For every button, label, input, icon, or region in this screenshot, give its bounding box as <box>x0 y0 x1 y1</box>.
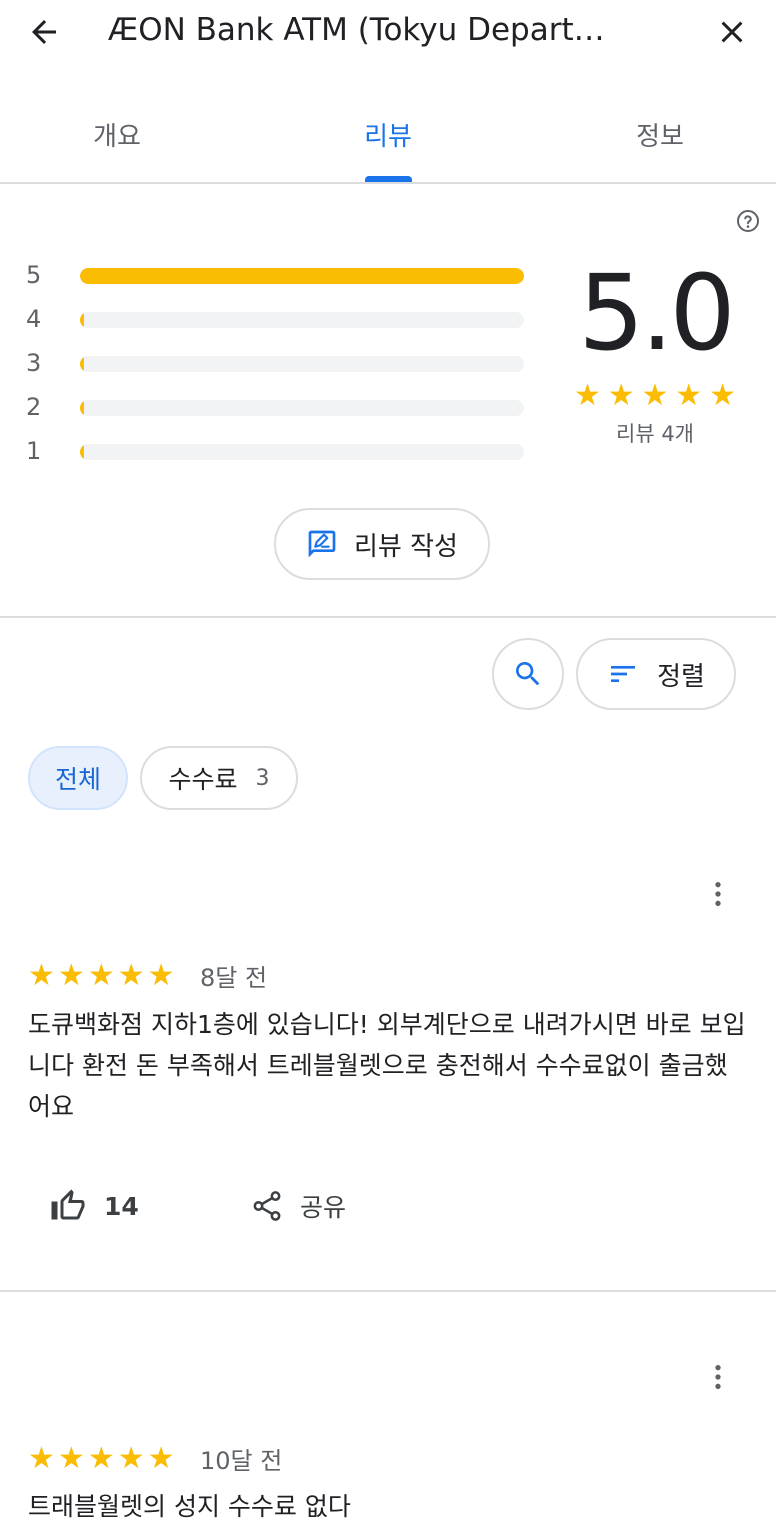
review-stars: ★ ★ ★ ★ ★ <box>28 958 175 994</box>
chip-count: 3 <box>255 765 270 791</box>
review-text: 트래블월렛의 성지 수수료 없다 <box>28 1492 351 1521</box>
arrow-back-icon <box>32 20 56 44</box>
star-icon: ★ <box>28 1441 55 1476</box>
thumb-up-icon <box>51 1189 85 1220</box>
back-button[interactable] <box>20 10 68 54</box>
filter-chip-fee[interactable]: 수수료 3 <box>140 746 298 810</box>
histogram-label: 5 <box>26 261 42 289</box>
histogram-fill <box>80 400 84 416</box>
tab-bar: 개요 리뷰 정보 <box>0 96 776 184</box>
star-icon: ★ <box>87 958 115 993</box>
review-date: 10달 전 <box>200 1447 283 1475</box>
histogram-track <box>80 268 524 284</box>
review-date: 8달 전 <box>200 964 268 992</box>
star-icon: ★ <box>117 1441 145 1476</box>
share-button[interactable]: 공유 <box>250 1182 346 1230</box>
star-icon: ★ <box>675 378 703 413</box>
star-icon: ★ <box>28 958 55 993</box>
rate-review-icon <box>308 530 336 558</box>
review-more-options-button[interactable] <box>698 874 738 914</box>
help-icon[interactable] <box>736 209 760 233</box>
more-vert-icon <box>715 1365 721 1389</box>
share-icon <box>253 1191 281 1221</box>
histogram-label: 3 <box>26 349 42 377</box>
write-review-button[interactable]: 리뷰 작성 <box>274 508 490 580</box>
histogram-track <box>80 444 524 460</box>
share-label: 공유 <box>300 1193 347 1222</box>
section-divider <box>0 616 776 618</box>
star-icon: ★ <box>574 378 601 413</box>
tab-overview[interactable]: 개요 <box>90 116 144 182</box>
histogram-row-3: 3 <box>26 348 526 378</box>
close-button[interactable] <box>708 10 756 54</box>
sort-label: 정렬 <box>657 661 705 692</box>
review-count[interactable]: 리뷰 4개 <box>560 418 750 448</box>
histogram-fill <box>80 268 524 284</box>
histogram-label: 1 <box>26 437 42 465</box>
histogram-row-2: 2 <box>26 392 526 422</box>
close-icon <box>721 21 743 43</box>
like-count: 14 <box>104 1191 139 1221</box>
histogram-fill <box>80 444 84 460</box>
review-text: 도큐백화점 지하1층에 있습니다! 외부계단으로 내려가시면 바로 보입니다 환… <box>28 1010 746 1121</box>
average-stars: ★ ★ ★ ★ ★ <box>574 378 736 414</box>
star-icon: ★ <box>147 958 175 993</box>
tab-reviews[interactable]: 리뷰 <box>360 116 416 182</box>
write-review-label: 리뷰 작성 <box>354 531 458 562</box>
histogram-fill <box>80 356 84 372</box>
histogram-row-1: 1 <box>26 436 526 466</box>
histogram-track <box>80 356 524 372</box>
sort-icon <box>611 666 636 682</box>
place-title: ÆON Bank ATM (Tokyu Depart… <box>108 12 605 48</box>
histogram-label: 4 <box>26 305 42 333</box>
star-icon: ★ <box>57 958 85 993</box>
histogram-row-4: 4 <box>26 304 526 334</box>
search-reviews-button[interactable] <box>492 638 564 710</box>
review-divider <box>0 1290 776 1292</box>
review-stars: ★ ★ ★ ★ ★ <box>28 1441 175 1477</box>
average-rating: 5.0 <box>578 252 735 374</box>
star-icon: ★ <box>117 958 145 993</box>
top-bar: ÆON Bank ATM (Tokyu Depart… <box>0 0 776 64</box>
like-button[interactable]: 14 <box>50 1182 139 1230</box>
more-vert-icon <box>715 882 721 906</box>
review-more-options-button[interactable] <box>698 1357 738 1397</box>
histogram-track <box>80 400 524 416</box>
tab-info[interactable]: 정보 <box>632 116 688 182</box>
sort-button[interactable]: 정렬 <box>576 638 736 710</box>
filter-chip-all[interactable]: 전체 <box>28 746 128 810</box>
histogram-label: 2 <box>26 393 42 421</box>
star-icon: ★ <box>607 378 635 413</box>
star-icon: ★ <box>641 378 669 413</box>
search-icon <box>516 662 540 686</box>
histogram-row-5: 5 <box>26 260 526 290</box>
star-icon: ★ <box>57 1441 85 1476</box>
star-icon: ★ <box>87 1441 115 1476</box>
active-tab-indicator <box>365 176 412 182</box>
histogram-fill <box>80 312 84 328</box>
chip-label: 수수료 <box>168 765 238 794</box>
star-icon: ★ <box>147 1441 175 1476</box>
histogram-track <box>80 312 524 328</box>
star-icon: ★ <box>709 378 736 413</box>
